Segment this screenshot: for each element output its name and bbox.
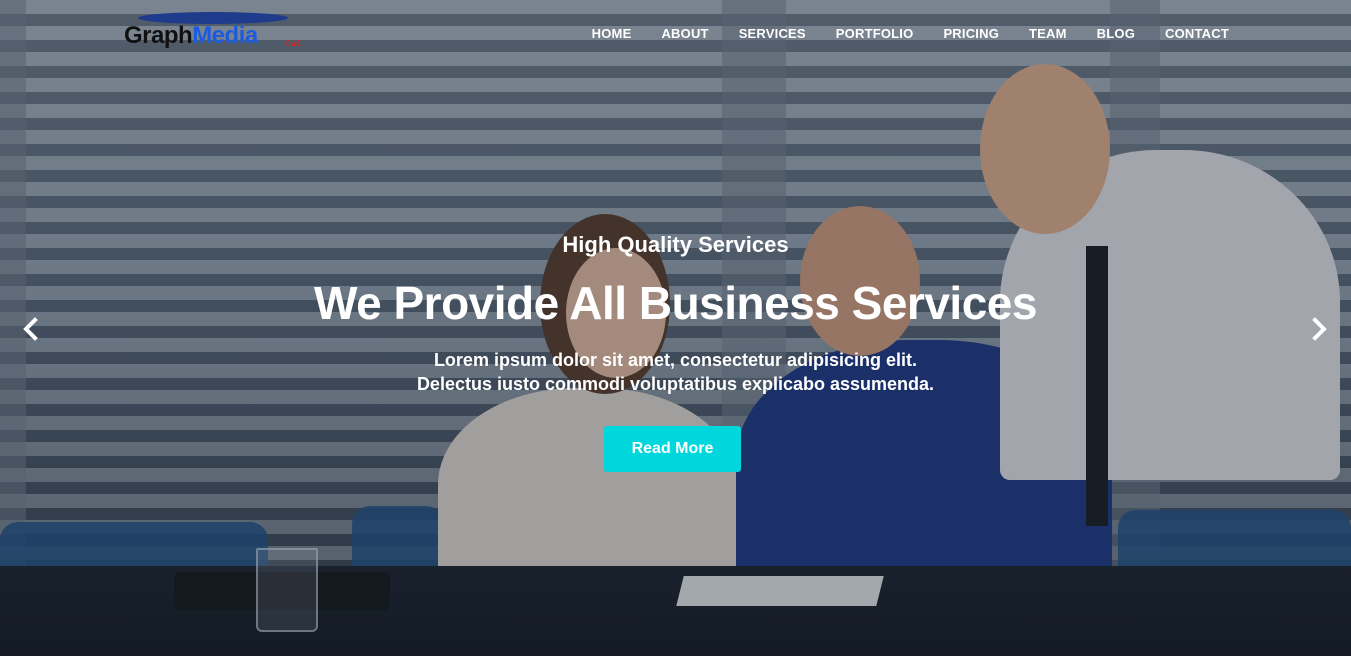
- logo-text: GraphMedia: [124, 22, 258, 50]
- nav-about[interactable]: ABOUT: [661, 26, 708, 41]
- nav-blog[interactable]: BLOG: [1097, 26, 1135, 41]
- logo-suffix: 0w1: [286, 39, 302, 48]
- nav-services[interactable]: SERVICES: [739, 26, 806, 41]
- hero-slider: GraphMedia 0w1 HOME ABOUT SERVICES PORTF…: [0, 0, 1351, 656]
- nav-team[interactable]: TEAM: [1029, 26, 1067, 41]
- slide-title: We Provide All Business Services: [314, 277, 1037, 329]
- nav-home[interactable]: HOME: [592, 26, 632, 41]
- chevron-right-icon: [1312, 317, 1327, 341]
- chevron-left-icon: [23, 317, 38, 341]
- logo[interactable]: GraphMedia 0w1: [124, 12, 314, 56]
- nav-pricing[interactable]: PRICING: [943, 26, 999, 41]
- nav-portfolio[interactable]: PORTFOLIO: [836, 26, 914, 41]
- read-more-button[interactable]: Read More: [604, 426, 741, 472]
- carousel-next-button[interactable]: [1306, 316, 1332, 342]
- slide-description: Lorem ipsum dolor sit amet, consectetur …: [0, 348, 1351, 396]
- carousel-prev-button[interactable]: [18, 316, 44, 342]
- logo-word-graph: Graph: [124, 22, 193, 49]
- site-header: GraphMedia 0w1 HOME ABOUT SERVICES PORTF…: [0, 0, 1351, 70]
- slide-subtitle: High Quality Services: [562, 232, 789, 257]
- nav-contact[interactable]: CONTACT: [1165, 26, 1229, 41]
- logo-word-media: Media: [192, 22, 258, 49]
- main-nav: HOME ABOUT SERVICES PORTFOLIO PRICING TE…: [592, 26, 1229, 41]
- slide-description-line-2: Delectus iusto commodi voluptatibus expl…: [416, 374, 935, 394]
- slide-description-line-1: Lorem ipsum dolor sit amet, consectetur …: [433, 350, 918, 370]
